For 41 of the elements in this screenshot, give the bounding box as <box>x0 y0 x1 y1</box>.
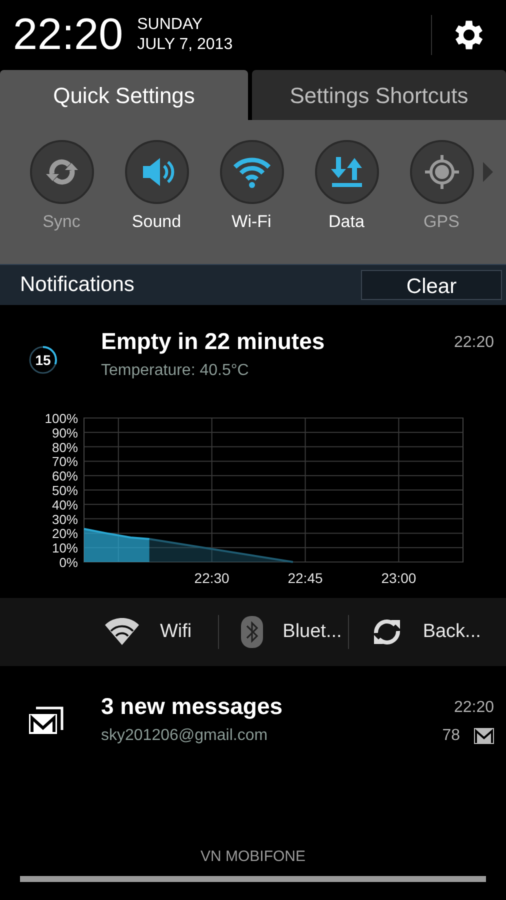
action-button[interactable]: Bluet... <box>240 616 342 648</box>
x-tick-label: 22:45 <box>288 570 323 586</box>
notification-title: Empty in 22 minutes <box>101 327 326 355</box>
y-tick-label: 90% <box>52 425 78 440</box>
action-button[interactable]: Back... <box>370 616 481 648</box>
weekday: SUNDAY <box>137 15 204 35</box>
tab[interactable]: Quick Settings <box>0 70 248 120</box>
notification-time: 22:20 <box>454 333 494 353</box>
y-tick-label: 10% <box>52 540 78 556</box>
action-button[interactable]: Wifi <box>104 618 192 646</box>
y-tick-label: 70% <box>52 454 78 470</box>
y-tick-label: 0% <box>59 555 78 570</box>
clock-time: 22:20 <box>13 13 124 57</box>
y-tick-label: 20% <box>52 526 78 542</box>
date: JULY 7, 2013 <box>137 35 233 55</box>
y-tick-label: 60% <box>52 468 78 484</box>
notification-subtitle: sky201206@gmail.com <box>101 726 269 746</box>
x-tick-label: 22:30 <box>194 570 230 586</box>
notification-subtitle: Temperature: 40.5°C <box>101 361 250 381</box>
y-tick-label: 40% <box>52 497 78 512</box>
mail-icon <box>474 728 494 744</box>
notification-time: 22:20 <box>454 698 494 718</box>
toggle-button[interactable]: Sound <box>109 140 204 234</box>
carrier-name: VN MOBIFONE <box>200 846 306 866</box>
notifications-title: Notifications <box>20 272 134 298</box>
notification-title: 3 new messages <box>101 692 284 720</box>
y-tick-label: 50% <box>52 483 78 498</box>
clear-button[interactable]: Clear <box>361 270 502 300</box>
tab[interactable]: Settings Shortcuts <box>252 70 506 120</box>
mail-stack-icon <box>28 706 64 736</box>
toggle-button[interactable]: Data <box>299 140 394 234</box>
y-tick-label: 100% <box>44 411 78 426</box>
x-tick-label: 23:00 <box>381 570 416 586</box>
y-tick-label: 30% <box>52 512 78 527</box>
drag-handle[interactable] <box>20 876 486 882</box>
chevron-right-icon[interactable] <box>483 162 493 182</box>
toggle-button[interactable]: Wi-Fi <box>204 140 299 234</box>
message-count: 78 <box>442 726 460 746</box>
wifi-icon <box>104 618 140 646</box>
y-tick-label: 80% <box>52 440 78 455</box>
bluetooth-icon <box>240 616 263 648</box>
